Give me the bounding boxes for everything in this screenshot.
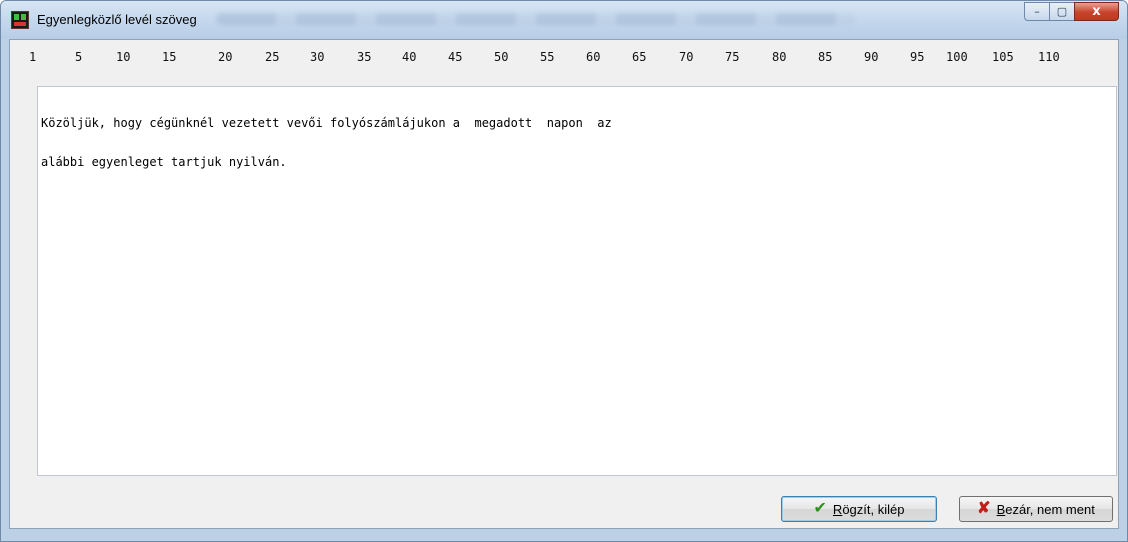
ruler-mark: 1: [29, 50, 37, 64]
ruler-mark: 15: [162, 50, 177, 64]
app-icon: [11, 11, 29, 29]
ruler-mark: 85: [818, 50, 833, 64]
ruler-mark: 25: [265, 50, 280, 64]
ruler-mark: 10: [116, 50, 131, 64]
maximize-icon: ▢: [1056, 5, 1068, 18]
ruler-mark: 75: [725, 50, 740, 64]
ruler-mark: 35: [357, 50, 372, 64]
close-without-saving-button[interactable]: ✘ Bezár, nem ment: [959, 496, 1113, 522]
ruler-mark: 90: [864, 50, 879, 64]
ruler-mark: 40: [402, 50, 417, 64]
dialog-window: Egyenlegközlő levél szöveg – ▢ x 1 5 10 …: [0, 0, 1128, 542]
save-and-exit-button[interactable]: ✔ Rögzít, kilép: [781, 496, 937, 522]
check-icon: ✔: [813, 500, 827, 517]
window-controls: – ▢ x: [1024, 2, 1119, 22]
ruler-mark: 60: [586, 50, 601, 64]
window-title: Egyenlegközlő levél szöveg: [37, 12, 197, 27]
editor-line: Közöljük, hogy cégünknél vezetett vevői …: [41, 116, 612, 130]
ruler-mark: 65: [632, 50, 647, 64]
minimize-icon: –: [1034, 5, 1040, 18]
ruler-mark: 45: [448, 50, 463, 64]
minimize-button[interactable]: –: [1024, 2, 1050, 21]
ruler-mark: 5: [75, 50, 83, 64]
close-icon: x: [1092, 4, 1101, 19]
save-button-label: Rögzít, kilép: [832, 501, 905, 517]
ruler-mark: 30: [310, 50, 325, 64]
maximize-button[interactable]: ▢: [1049, 2, 1075, 21]
ruler-mark: 105: [992, 50, 1014, 64]
ruler-mark: 70: [679, 50, 694, 64]
letter-text-editor[interactable]: Közöljük, hogy cégünknél vezetett vevői …: [37, 86, 1117, 476]
cross-icon: ✘: [977, 500, 991, 517]
ruler-mark: 50: [494, 50, 509, 64]
title-blur-decoration: [216, 13, 856, 25]
editor-line: alábbi egyenleget tartjuk nyilván.: [41, 155, 287, 169]
ruler-mark: 100: [946, 50, 968, 64]
ruler-mark: 20: [218, 50, 233, 64]
ruler-mark: 80: [772, 50, 787, 64]
close-button-label: Bezár, nem ment: [996, 501, 1095, 517]
ruler-mark: 95: [910, 50, 925, 64]
column-ruler: 1 5 10 15 20 25 30 35 40 45 50 55 60 65 …: [10, 50, 1110, 70]
ruler-mark: 55: [540, 50, 555, 64]
dialog-client-area: 1 5 10 15 20 25 30 35 40 45 50 55 60 65 …: [9, 39, 1119, 529]
title-bar[interactable]: Egyenlegközlő levél szöveg – ▢ x: [1, 1, 1127, 39]
close-window-button[interactable]: x: [1074, 2, 1119, 21]
ruler-mark: 110: [1038, 50, 1060, 64]
